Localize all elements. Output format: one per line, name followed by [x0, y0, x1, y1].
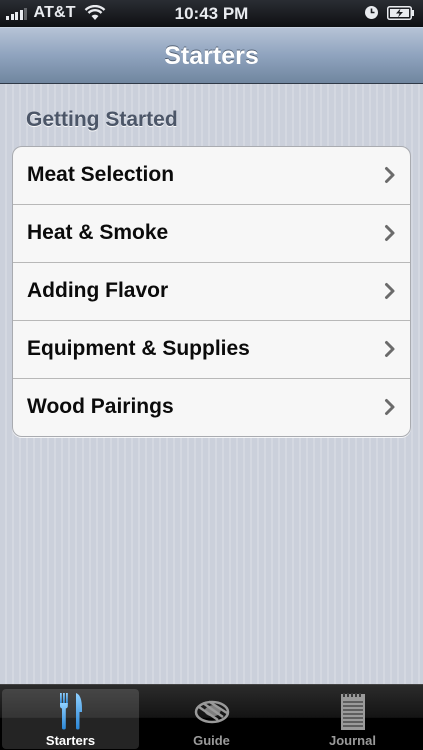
tab-guide[interactable]: Guide — [141, 685, 282, 750]
row-label: Heat & Smoke — [27, 221, 169, 244]
grill-steak-icon — [194, 700, 229, 724]
chevron-right-icon — [385, 283, 395, 299]
table-row-heat-and-smoke[interactable]: Heat & Smoke — [13, 205, 410, 263]
tab-label: Guide — [193, 733, 230, 748]
tab-label: Journal — [329, 733, 376, 748]
navigation-bar: Starters — [0, 27, 423, 84]
row-label: Wood Pairings — [27, 395, 174, 418]
starters-table: Meat Selection Heat & Smoke Adding Flavo… — [12, 146, 411, 437]
tab-starters[interactable]: Starters — [0, 685, 141, 750]
row-label: Adding Flavor — [27, 279, 169, 302]
section-header: Getting Started — [26, 108, 178, 131]
status-right — [364, 5, 415, 20]
table-row-meat-selection[interactable]: Meat Selection — [13, 147, 410, 205]
tab-bar: Starters Guide Journal — [0, 684, 423, 750]
notepad-icon — [340, 693, 365, 730]
chevron-right-icon — [385, 225, 395, 241]
fork-knife-icon — [59, 693, 82, 730]
chevron-right-icon — [385, 341, 395, 357]
alarm-clock-icon — [365, 6, 378, 19]
row-label: Meat Selection — [27, 163, 175, 186]
table-row-equipment-and-supplies[interactable]: Equipment & Supplies — [13, 321, 410, 379]
row-label: Equipment & Supplies — [27, 337, 250, 360]
tab-label: Starters — [45, 733, 96, 748]
table-row-wood-pairings[interactable]: Wood Pairings — [13, 379, 410, 436]
table-row-adding-flavor[interactable]: Adding Flavor — [13, 263, 410, 321]
tab-journal[interactable]: Journal — [282, 685, 423, 750]
chevron-right-icon — [385, 399, 395, 415]
chevron-right-icon — [385, 167, 395, 183]
page-title: Starters — [164, 42, 259, 70]
status-time: 10:43 PM — [174, 4, 249, 23]
status-bar: AT&T 10:43 PM — [0, 0, 423, 27]
battery-charging-icon — [387, 5, 414, 20]
